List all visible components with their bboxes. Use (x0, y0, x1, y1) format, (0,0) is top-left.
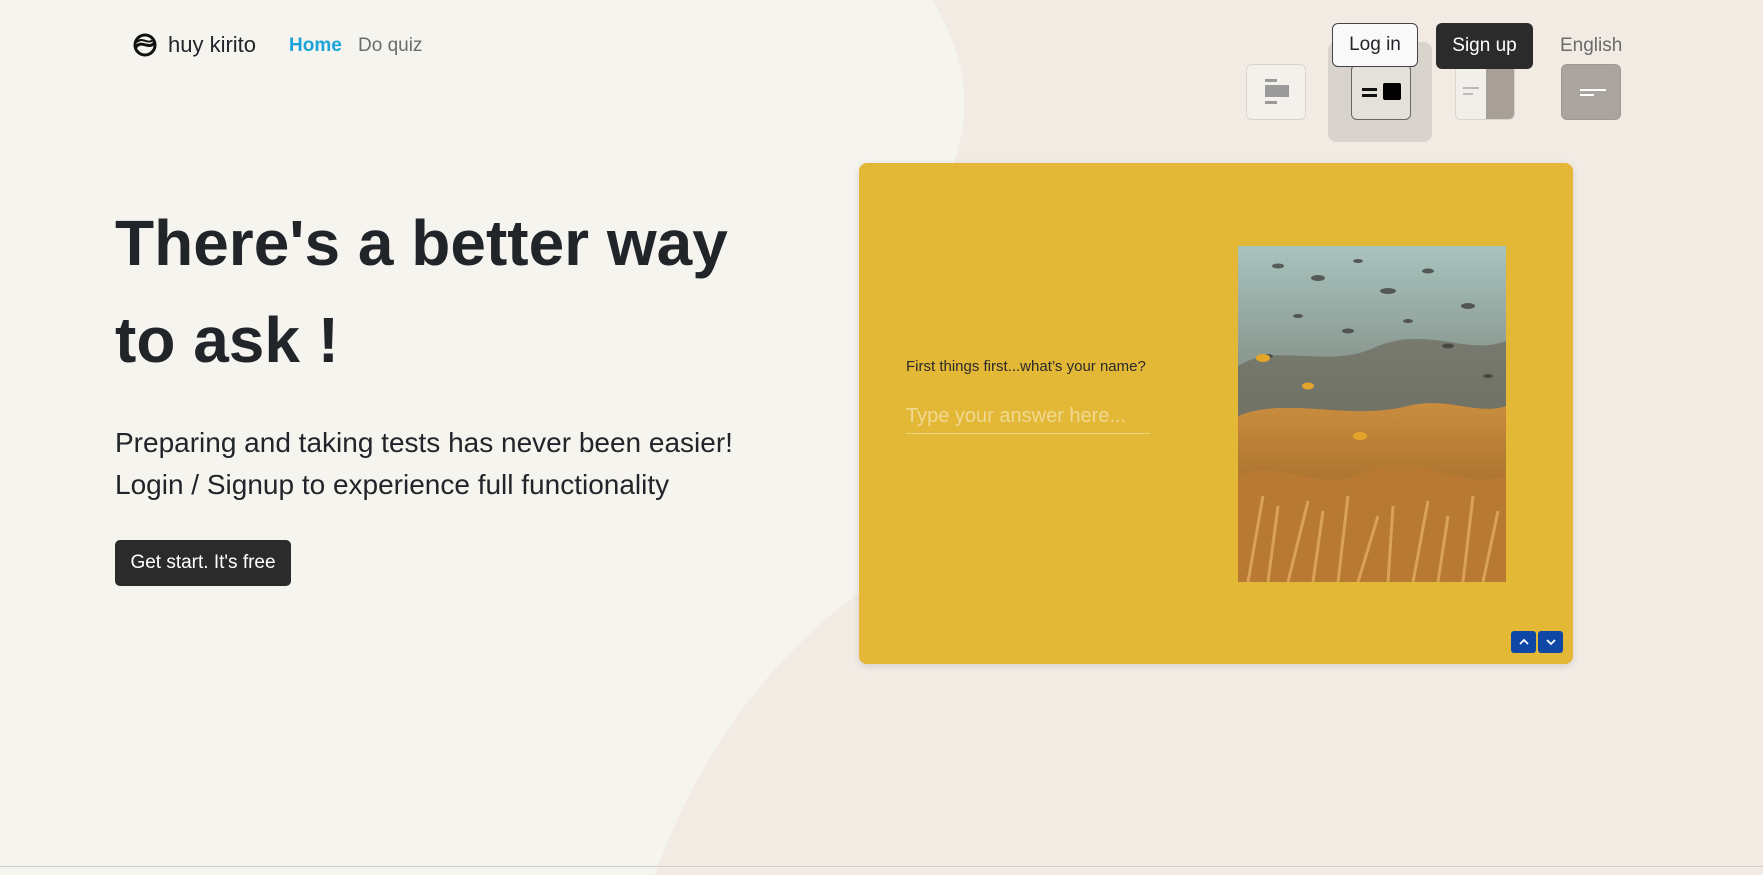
quiz-preview-card: First things first...what’s your name? (859, 163, 1573, 664)
question-label: First things first...what’s your name? (906, 358, 1146, 375)
brand-name: huy kirito (168, 32, 257, 57)
signup-button[interactable]: Sign up (1436, 23, 1533, 69)
hero-title-line-2: to ask ! (115, 304, 340, 376)
hero-title: There's a better way to ask ! (115, 195, 728, 389)
nav-link-home[interactable]: Home (289, 35, 342, 57)
hero-title-line-1: There's a better way (115, 207, 728, 279)
question-nav-arrows (1511, 631, 1563, 653)
get-started-button[interactable]: Get start. It's free (115, 540, 291, 586)
hero-subtitle-line-1: Preparing and taking tests has never bee… (115, 427, 733, 458)
underwater-coral-image (1238, 246, 1506, 582)
brand-link[interactable]: huy kirito (132, 32, 256, 58)
login-button[interactable]: Log in (1332, 23, 1418, 67)
chevron-down-icon (1545, 639, 1556, 646)
hero-subtitle: Preparing and taking tests has never bee… (115, 422, 733, 506)
navbar: huy kirito Home Do quiz Log in Sign up E… (0, 0, 1763, 92)
chevron-up-icon (1518, 638, 1529, 645)
swirl-logo-icon (133, 33, 157, 57)
answer-input[interactable] (906, 399, 1150, 434)
language-selector[interactable]: English (1560, 35, 1622, 57)
hero-subtitle-line-2: Login / Signup to experience full functi… (115, 469, 670, 500)
next-question-button[interactable] (1538, 631, 1563, 653)
page-bottom-divider (0, 866, 1763, 867)
previous-question-button[interactable] (1511, 631, 1536, 653)
nav-link-do-quiz[interactable]: Do quiz (358, 35, 422, 57)
